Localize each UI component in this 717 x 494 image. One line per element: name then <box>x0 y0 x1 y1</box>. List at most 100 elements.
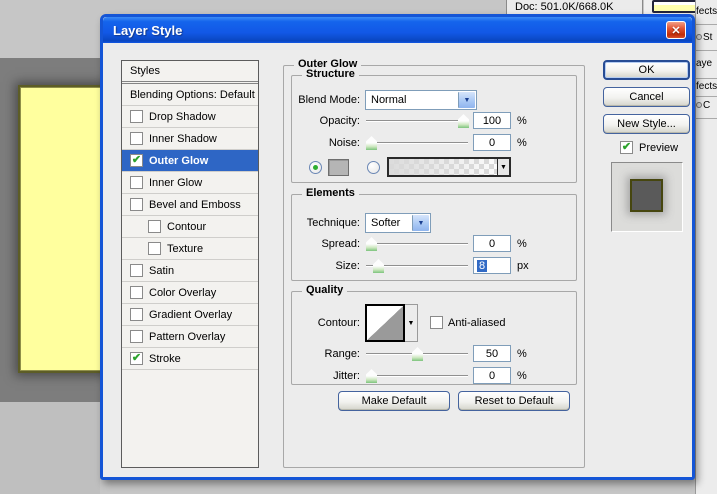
sidebar-item-pattern-overlay[interactable]: ✔Pattern Overlay <box>122 326 258 348</box>
doc-size-text: Doc: 501.0K/668.0K <box>515 1 613 13</box>
layers-panel-sliver: fects St aye fects C <box>695 0 717 494</box>
workspace-background <box>0 402 100 494</box>
antialiased-label: Anti-aliased <box>448 317 505 329</box>
elements-group-title: Elements <box>302 187 359 199</box>
glow-color-swatch[interactable] <box>328 159 349 176</box>
checkbox-unchecked[interactable]: ✔ <box>130 176 143 189</box>
checkbox-unchecked[interactable]: ✔ <box>148 242 161 255</box>
technique-select[interactable]: Softer ▼ <box>365 213 431 233</box>
contour-label: Contour: <box>268 317 360 329</box>
range-label: Range: <box>268 348 360 360</box>
checkbox-unchecked[interactable]: ✔ <box>130 110 143 123</box>
sidebar-item-drop-shadow[interactable]: ✔Drop Shadow <box>122 106 258 128</box>
effect-preview-thumbnail <box>611 162 683 232</box>
noise-unit: % <box>517 137 527 149</box>
preview-label: Preview <box>639 142 678 154</box>
close-button[interactable]: ✕ <box>666 21 686 39</box>
jitter-slider[interactable] <box>366 375 468 377</box>
checkbox-unchecked[interactable]: ✔ <box>130 330 143 343</box>
size-input[interactable]: 8 <box>473 257 511 274</box>
make-default-button[interactable]: Make Default <box>338 391 450 411</box>
sidebar-item-outer-glow[interactable]: ✔Outer Glow <box>122 150 258 172</box>
sidebar-item-inner-glow[interactable]: ✔Inner Glow <box>122 172 258 194</box>
contour-picker[interactable] <box>365 304 405 342</box>
sidebar-item-bevel-emboss[interactable]: ✔Bevel and Emboss <box>122 194 258 216</box>
chevron-down-icon[interactable]: ▼ <box>458 92 475 108</box>
new-style-button[interactable]: New Style... <box>603 114 690 134</box>
canvas-area <box>0 58 100 402</box>
range-unit: % <box>517 348 527 360</box>
size-unit: px <box>517 260 529 272</box>
blend-mode-select[interactable]: Normal ▼ <box>365 90 477 110</box>
checkbox-unchecked[interactable]: ✔ <box>130 198 143 211</box>
preview-glow-square <box>630 179 663 212</box>
panel-divider <box>696 118 717 119</box>
opacity-label: Opacity: <box>268 115 360 127</box>
ok-button[interactable]: OK <box>603 60 690 80</box>
noise-slider[interactable] <box>366 142 468 144</box>
panel-divider <box>696 24 717 25</box>
sidebar-item-satin[interactable]: ✔Satin <box>122 260 258 282</box>
close-icon: ✕ <box>671 24 680 37</box>
antialiased-checkbox[interactable]: ✔ <box>430 316 443 329</box>
panel-divider <box>696 50 717 51</box>
structure-group-title: Structure <box>302 68 359 80</box>
sidebar-item-inner-shadow[interactable]: ✔Inner Shadow <box>122 128 258 150</box>
workspace-chrome <box>0 14 100 58</box>
range-slider[interactable] <box>366 353 468 355</box>
spread-input[interactable]: 0 <box>473 235 511 252</box>
checkbox-unchecked[interactable]: ✔ <box>130 132 143 145</box>
technique-label: Technique: <box>268 217 360 229</box>
sidebar-item-stroke[interactable]: ✔Stroke <box>122 348 258 370</box>
radio-dot <box>313 165 318 170</box>
range-input[interactable]: 50 <box>473 345 511 362</box>
document-status-bar: Doc: 501.0K/668.0K <box>0 0 717 14</box>
noise-input[interactable]: 0 <box>473 134 511 151</box>
reset-to-default-button[interactable]: Reset to Default <box>458 391 570 411</box>
checkbox-unchecked[interactable]: ✔ <box>130 308 143 321</box>
jitter-input[interactable]: 0 <box>473 367 511 384</box>
glow-color-radio[interactable] <box>309 161 322 174</box>
sidebar-item-contour[interactable]: ✔Contour <box>122 216 258 238</box>
dialog-titlebar[interactable]: Layer Style ✕ <box>103 17 692 43</box>
effect-icon <box>696 34 702 40</box>
noise-label: Noise: <box>268 137 360 149</box>
cancel-button[interactable]: Cancel <box>603 87 690 107</box>
dropdown-arrow-icon[interactable]: ▼ <box>497 159 509 175</box>
contour-arrow-button[interactable]: ▼ <box>405 304 418 342</box>
selected-text: 8 <box>477 260 487 272</box>
styles-list: Styles Blending Options: Default ✔Drop S… <box>121 60 259 468</box>
quality-group-title: Quality <box>302 284 347 296</box>
checkbox-unchecked[interactable]: ✔ <box>148 220 161 233</box>
glow-gradient-radio[interactable] <box>367 161 380 174</box>
chevron-down-icon[interactable]: ▼ <box>412 215 429 231</box>
sidebar-item-texture[interactable]: ✔Texture <box>122 238 258 260</box>
spread-label: Spread: <box>268 238 360 250</box>
sidebar-item-color-overlay[interactable]: ✔Color Overlay <box>122 282 258 304</box>
panel-divider <box>696 96 717 97</box>
blend-mode-value: Normal <box>371 94 406 106</box>
yellow-shape-layer <box>18 85 100 373</box>
checkbox-checked[interactable]: ✔ <box>130 352 143 365</box>
size-slider[interactable] <box>366 265 468 267</box>
checkbox-unchecked[interactable]: ✔ <box>130 286 143 299</box>
spread-unit: % <box>517 238 527 250</box>
glow-gradient-picker[interactable]: ▼ <box>387 157 511 177</box>
effect-icon <box>696 102 702 108</box>
opacity-slider[interactable] <box>366 120 468 122</box>
layer-style-dialog: Layer Style ✕ Styles Blending Options: D… <box>100 14 695 480</box>
spread-slider[interactable] <box>366 243 468 245</box>
effects-row-fragment: fects <box>696 81 717 92</box>
preview-checkbox-checked[interactable]: ✔ <box>620 141 633 154</box>
doc-size-status: Doc: 501.0K/668.0K <box>506 0 643 14</box>
sidebar-item-blending-options[interactable]: Blending Options: Default <box>122 84 258 106</box>
styles-header: Styles <box>122 61 258 82</box>
color-overlay-row-fragment: C <box>696 100 717 111</box>
checkbox-checked[interactable]: ✔ <box>130 154 143 167</box>
opacity-unit: % <box>517 115 527 127</box>
layer-thumbnail <box>652 0 698 13</box>
checkbox-unchecked[interactable]: ✔ <box>130 264 143 277</box>
opacity-input[interactable]: 100 <box>473 112 511 129</box>
sidebar-item-gradient-overlay[interactable]: ✔Gradient Overlay <box>122 304 258 326</box>
preview-toggle[interactable]: ✔ Preview <box>620 141 678 154</box>
